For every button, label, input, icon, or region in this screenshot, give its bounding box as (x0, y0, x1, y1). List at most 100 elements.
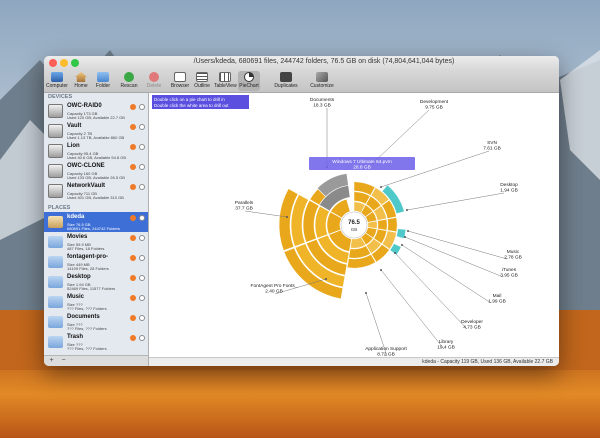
scan-icon[interactable] (130, 335, 136, 341)
pie-label-size[interactable]: 3.95 GB (500, 273, 518, 279)
scan-icon[interactable] (130, 215, 136, 221)
pie-leader-dot (407, 230, 409, 232)
pie-leader-dot (365, 292, 367, 294)
pie-label-size[interactable]: 1.94 GB (500, 188, 518, 194)
sidebar-item-music[interactable]: Music Size ?????? Files, ??? Folders (44, 292, 148, 312)
pie-label-name[interactable]: Desktop (500, 182, 518, 188)
scan-icon[interactable] (130, 315, 136, 321)
home-label: Home (74, 83, 88, 89)
drive-icon (48, 144, 63, 158)
reveal-icon[interactable] (139, 124, 145, 130)
reveal-icon[interactable] (139, 215, 145, 221)
piechart-button[interactable]: PieChart (238, 71, 260, 91)
sidebar-item-documents[interactable]: Documents Size ?????? Files, ??? Folders (44, 312, 148, 332)
sidebar-item-movies[interactable]: Movies Size 59.9 MB 487 Files, 18 Folders (44, 232, 148, 252)
pie-label-size[interactable]: 7.61 GB (483, 146, 501, 152)
pie-label-name[interactable]: Developer (461, 319, 483, 325)
minimize-window-button[interactable] (60, 59, 68, 67)
reveal-icon[interactable] (139, 335, 145, 341)
browser-button[interactable]: Browser (169, 71, 191, 91)
folder-icon (48, 256, 63, 268)
scan-icon[interactable] (130, 255, 136, 261)
sidebar-item-vault[interactable]: Vault Capacity 2 TB Used 1.13 TB, Availabl… (44, 121, 148, 141)
scan-icon[interactable] (130, 295, 136, 301)
reveal-icon[interactable] (139, 295, 145, 301)
sidebar-item-line2: ??? Files, ??? Folders (67, 306, 107, 311)
sidebar-item-kdeda[interactable]: kdeda Size 76.5 GB 680691 Files, 244742 Fo… (44, 212, 148, 232)
customize-button[interactable]: Customize (308, 71, 336, 91)
pie-label-name[interactable]: Application Support (365, 346, 407, 352)
drive-icon (48, 104, 63, 118)
reveal-icon[interactable] (139, 275, 145, 281)
outline-button[interactable]: Outline (191, 71, 213, 91)
tableview-button[interactable]: TableView (214, 71, 237, 91)
pie-label-name[interactable]: Parallels (235, 200, 254, 206)
sidebar-item-owc-clone[interactable]: OWC-CLONE Capacity 160 GB Used 133 GB, Ava… (44, 161, 148, 181)
reveal-icon[interactable] (139, 144, 145, 150)
pie-label-size[interactable]: 37.7 GB (235, 206, 253, 212)
customize-icon (316, 72, 328, 82)
duplicates-button[interactable]: Duplicates (272, 71, 300, 91)
scan-icon[interactable] (130, 104, 136, 110)
reveal-icon[interactable] (139, 315, 145, 321)
sidebar-item-fontagent-pro[interactable]: fontagent-pro- Size 449 MB 14109 Files, 28… (44, 252, 148, 272)
reveal-icon[interactable] (139, 255, 145, 261)
sidebar-item-networkvault[interactable]: NetworkVault Capacity 711 GB Used 401 GB, … (44, 181, 148, 201)
sidebar-footer: + − (44, 355, 148, 366)
tableview-label: TableView (214, 83, 237, 89)
pie-tooltip-name: Windows 7 Ultimate 64.pvm (332, 159, 391, 165)
remove-place-button[interactable]: − (59, 357, 68, 364)
zoom-window-button[interactable] (71, 59, 79, 67)
reveal-icon[interactable] (139, 164, 145, 170)
pie-label-size[interactable]: 18.3 GB (313, 103, 331, 109)
app-window: /Users/kdeda, 680691 files, 244742 folde… (44, 56, 559, 366)
places-header: PLACES (48, 205, 71, 211)
scan-icon[interactable] (130, 275, 136, 281)
drill-hint: Double click on a pie chart to drill in … (152, 95, 249, 109)
pie-chart[interactable]: 76.5GB Documents18.3 GB Development9.75 GB… (149, 93, 559, 357)
add-place-button[interactable]: + (47, 357, 56, 364)
pie-label-size[interactable]: 2.40 GB (265, 289, 283, 295)
sidebar-item-trash[interactable]: Trash Size ?????? Files, ??? Folders (44, 332, 148, 352)
close-window-button[interactable] (49, 59, 57, 67)
pie-segment[interactable] (387, 217, 398, 233)
pie-chart-view[interactable]: Double click on a pie chart to drill in … (149, 93, 559, 357)
folder-button[interactable]: Folder (92, 71, 114, 91)
pie-label-name[interactable]: Library (439, 339, 454, 345)
pie-label-size[interactable]: 19.4 GB (437, 345, 455, 351)
reveal-icon[interactable] (139, 235, 145, 241)
computer-button[interactable]: Computer (46, 71, 68, 91)
pie-label-name[interactable]: SVN (487, 140, 497, 146)
folder-icon (97, 72, 109, 82)
pie-label-size[interactable]: 4.73 GB (463, 325, 481, 331)
sidebar-item-name: Documents (67, 314, 100, 320)
scan-icon[interactable] (130, 164, 136, 170)
pie-label-size[interactable]: 2.78 GB (504, 255, 522, 261)
rescan-button[interactable]: Rescan (118, 71, 140, 91)
pie-segment[interactable] (377, 218, 388, 231)
reveal-icon[interactable] (139, 184, 145, 190)
pie-label-size[interactable]: 9.75 GB (425, 105, 443, 111)
pie-label-name[interactable]: Documents (310, 97, 335, 103)
sidebar-item-name: Trash (67, 334, 84, 340)
sidebar-item-desktop[interactable]: Desktop Size 1.94 GB 52469 Files, 11577 Fo… (44, 272, 148, 292)
scan-icon[interactable] (130, 144, 136, 150)
sidebar-item-owc-raid0[interactable]: OWC-RAID0 Capacity 1T3 GB Used 120 GB, Ava… (44, 101, 148, 121)
delete-button[interactable]: Delete (143, 71, 165, 91)
pie-label-name[interactable]: Music (507, 249, 520, 255)
sidebar-item-lion[interactable]: Lion Capacity 95.4 GB Used 40.6 GB, Availa… (44, 141, 148, 161)
pie-leader-dot (325, 278, 327, 280)
home-icon (75, 72, 87, 82)
scan-icon[interactable] (130, 124, 136, 130)
title-bar: /Users/kdeda, 680691 files, 244742 folde… (44, 56, 559, 70)
home-button[interactable]: Home (70, 71, 92, 91)
reveal-icon[interactable] (139, 104, 145, 110)
pie-label-name[interactable]: Mail (493, 293, 502, 299)
pie-label-name[interactable]: Development (420, 99, 449, 105)
scan-icon[interactable] (130, 184, 136, 190)
status-text: kdeda - Capacity 119 GB, Used 136 GB, Av… (422, 359, 553, 365)
pie-label-size[interactable]: 1.99 GB (488, 299, 506, 305)
pie-label-name[interactable]: iTunes (502, 267, 517, 273)
scan-icon[interactable] (130, 235, 136, 241)
pie-label-name[interactable]: FontAgent Pro Fonts_ (251, 283, 298, 289)
